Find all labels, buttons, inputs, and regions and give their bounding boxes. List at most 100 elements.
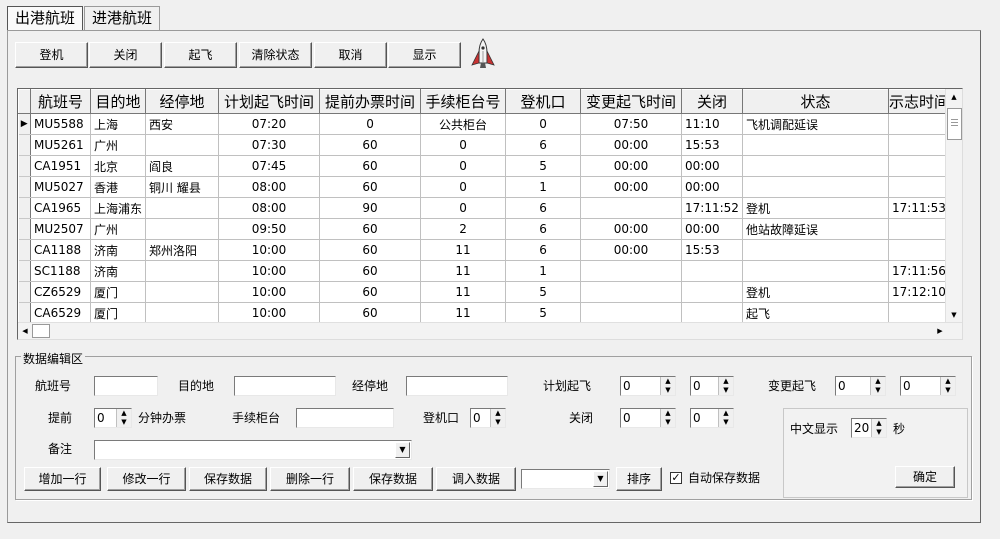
change-minute-spinner[interactable]: 0 ▲ ▼: [900, 376, 956, 396]
table-cell[interactable]: 6: [505, 197, 582, 219]
col-header[interactable]: 目的地: [89, 89, 147, 114]
table-cell[interactable]: 5: [505, 302, 582, 324]
table-cell[interactable]: 西安: [145, 113, 220, 135]
table-cell[interactable]: 厦门: [90, 281, 147, 303]
table-cell[interactable]: 60: [319, 176, 422, 198]
scroll-right-icon[interactable]: ▶: [934, 324, 946, 338]
table-cell[interactable]: CA1965: [30, 197, 91, 219]
save-data-button-2[interactable]: 保存数据: [353, 467, 433, 491]
flight-grid[interactable]: 航班号 目的地 经停地 计划起飞时间 提前办票时间 手续柜台号 登机口 变更起飞…: [17, 88, 963, 340]
table-cell[interactable]: [742, 155, 890, 177]
table-cell[interactable]: 6: [505, 239, 582, 261]
table-cell[interactable]: 铜川 耀县: [145, 176, 220, 198]
spin-arrows-icon[interactable]: ▲ ▼: [116, 409, 131, 427]
table-cell[interactable]: 60: [319, 239, 422, 261]
table-cell[interactable]: 17:11:53: [888, 197, 951, 219]
table-cell[interactable]: [145, 218, 220, 240]
change-hour-spinner[interactable]: 0 ▲ ▼: [835, 376, 886, 396]
table-cell[interactable]: 广州: [90, 134, 147, 156]
close-minute-spinner[interactable]: 0 ▲ ▼: [690, 408, 734, 428]
row-indicator[interactable]: [18, 260, 31, 282]
table-cell[interactable]: 上海浦东: [90, 197, 147, 219]
table-cell[interactable]: 17:11:56: [888, 260, 951, 282]
table-cell[interactable]: 17:11:52: [681, 197, 744, 219]
table-row[interactable]: CA1951 北京 阎良 07:45 60 0 5 00:00 00:00: [18, 155, 951, 177]
table-cell[interactable]: 厦门: [90, 302, 147, 324]
table-cell[interactable]: 10:00: [218, 302, 321, 324]
flight-no-input[interactable]: [94, 376, 158, 396]
col-header[interactable]: 示志时间: [888, 89, 951, 114]
grid-horizontal-scrollbar[interactable]: ◀ ▶: [18, 322, 962, 339]
table-row[interactable]: CA6529 厦门 10:00 60 11 5 起飞: [18, 302, 951, 324]
table-cell[interactable]: 广州: [90, 218, 147, 240]
spin-arrows-icon[interactable]: ▲ ▼: [490, 409, 505, 427]
table-cell[interactable]: 0: [420, 155, 507, 177]
table-cell[interactable]: 15:53: [681, 134, 744, 156]
takeoff-button[interactable]: 起飞: [164, 42, 237, 68]
row-indicator[interactable]: [18, 218, 31, 240]
table-cell[interactable]: CA1188: [30, 239, 91, 261]
table-row[interactable]: ▶ MU5588 上海 西安 07:20 0 公共柜台 0 07:50 11:10 飞机调配延误: [18, 113, 951, 135]
table-cell[interactable]: 0: [420, 197, 507, 219]
row-indicator[interactable]: [18, 176, 31, 198]
via-input[interactable]: [406, 376, 508, 396]
table-row[interactable]: MU5027 香港 铜川 耀县 08:00 60 0 1 00:00 00:00: [18, 176, 951, 198]
sort-button[interactable]: 排序: [616, 467, 662, 491]
table-row[interactable]: MU2507 广州 09:50 60 2 6 00:00 00:00 他站故障延误: [18, 218, 951, 240]
row-indicator[interactable]: [18, 239, 31, 261]
table-cell[interactable]: 郑州洛阳: [145, 239, 220, 261]
table-cell[interactable]: [681, 281, 744, 303]
ok-button[interactable]: 确定: [895, 466, 955, 488]
tab-departures[interactable]: 出港航班: [7, 6, 83, 30]
table-cell[interactable]: 济南: [90, 260, 147, 282]
spin-arrows-icon[interactable]: ▲ ▼: [940, 377, 955, 395]
table-cell[interactable]: [580, 302, 683, 324]
table-cell[interactable]: 60: [319, 134, 422, 156]
table-cell[interactable]: 5: [505, 281, 582, 303]
table-cell[interactable]: [742, 239, 890, 261]
spin-arrows-icon[interactable]: ▲ ▼: [660, 409, 675, 427]
grid-vertical-scrollbar[interactable]: ▲ ▼: [945, 89, 962, 323]
row-indicator[interactable]: [18, 302, 31, 324]
col-header[interactable]: 状态: [742, 89, 890, 114]
advance-spinner[interactable]: 0 ▲ ▼: [94, 408, 132, 428]
sched-hour-spinner[interactable]: 0 ▲ ▼: [620, 376, 676, 396]
data-select[interactable]: ▼: [521, 469, 610, 489]
table-cell[interactable]: 10:00: [218, 260, 321, 282]
dest-input[interactable]: [234, 376, 336, 396]
horizontal-scroll-thumb[interactable]: [32, 324, 50, 338]
table-cell[interactable]: CA1951: [30, 155, 91, 177]
table-cell[interactable]: [888, 239, 951, 261]
spin-arrows-icon[interactable]: ▲ ▼: [718, 377, 733, 395]
table-cell[interactable]: CZ6529: [30, 281, 91, 303]
col-header[interactable]: 登机口: [505, 89, 582, 114]
table-cell[interactable]: 07:50: [580, 113, 683, 135]
table-cell[interactable]: [580, 260, 683, 282]
col-header[interactable]: 经停地: [145, 89, 220, 114]
table-cell[interactable]: 60: [319, 281, 422, 303]
table-cell[interactable]: 11: [420, 281, 507, 303]
table-cell[interactable]: 6: [505, 218, 582, 240]
table-cell[interactable]: MU5261: [30, 134, 91, 156]
table-cell[interactable]: 北京: [90, 155, 147, 177]
table-cell[interactable]: 阎良: [145, 155, 220, 177]
col-header[interactable]: 变更起飞时间: [580, 89, 683, 114]
table-cell[interactable]: [145, 281, 220, 303]
table-cell[interactable]: 11: [420, 260, 507, 282]
cancel-button[interactable]: 取消: [314, 42, 387, 68]
table-cell[interactable]: SC1188: [30, 260, 91, 282]
col-header[interactable]: 关闭: [681, 89, 744, 114]
table-cell[interactable]: 0: [319, 113, 422, 135]
row-indicator[interactable]: [18, 155, 31, 177]
table-cell[interactable]: [580, 281, 683, 303]
chevron-down-icon[interactable]: ▼: [593, 471, 608, 487]
autosave-checkbox[interactable]: ✓: [670, 472, 682, 484]
table-cell[interactable]: 60: [319, 218, 422, 240]
table-cell[interactable]: 07:45: [218, 155, 321, 177]
table-cell[interactable]: [888, 218, 951, 240]
table-cell[interactable]: 00:00: [580, 134, 683, 156]
display-seconds-spinner[interactable]: 20 ▲ ▼: [851, 418, 887, 438]
remark-combo[interactable]: ▼: [94, 440, 412, 460]
table-cell[interactable]: 09:50: [218, 218, 321, 240]
row-indicator[interactable]: [18, 197, 31, 219]
